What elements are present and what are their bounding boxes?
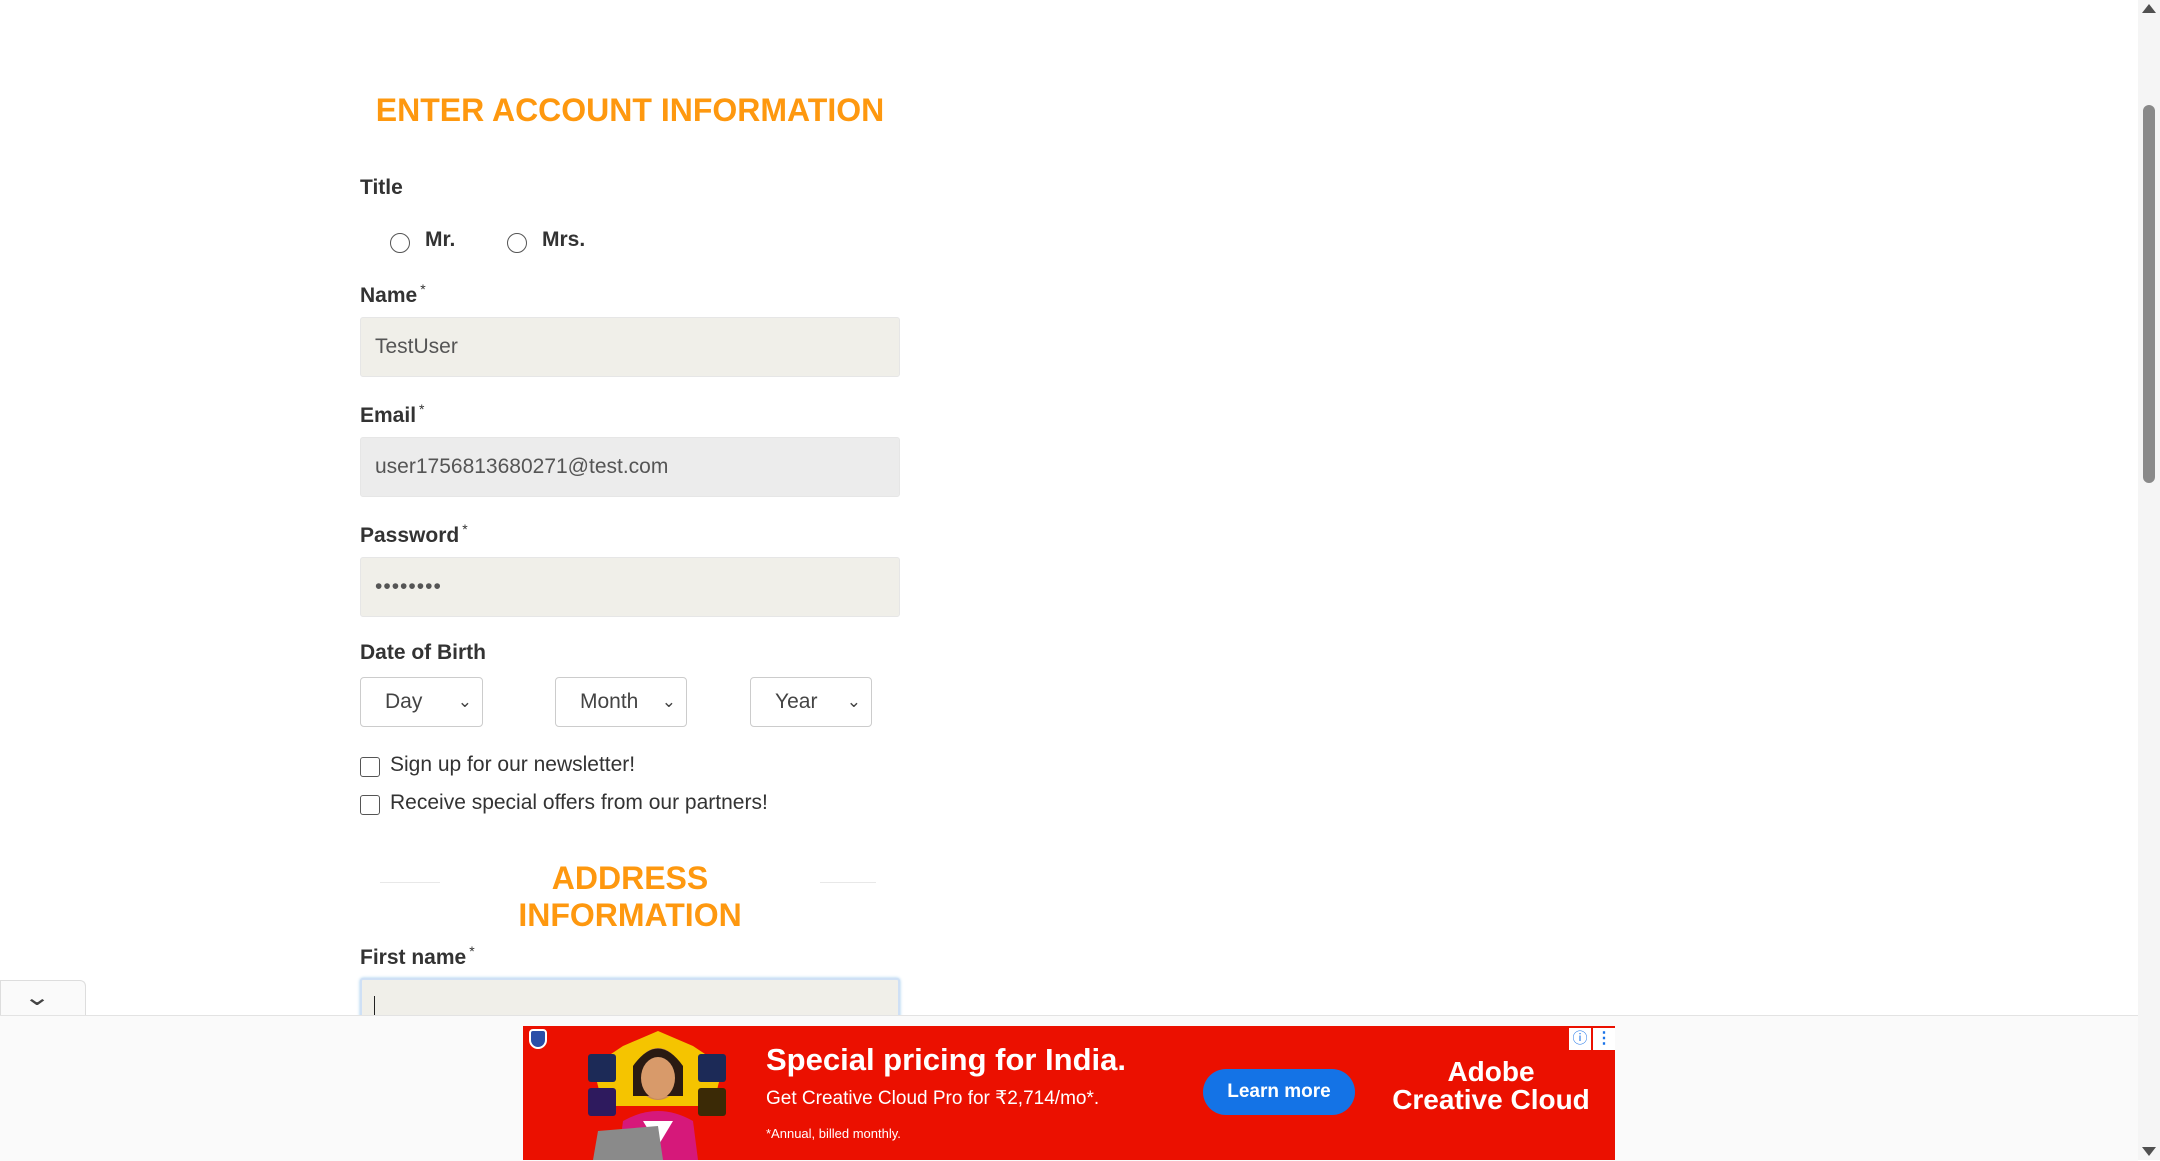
- newsletter-checkbox[interactable]: [360, 757, 380, 777]
- offers-checkbox[interactable]: [360, 795, 380, 815]
- password-label-text: Password: [360, 524, 460, 547]
- ad-person-image: [588, 1031, 726, 1160]
- chevron-down-icon: ⌄: [846, 692, 861, 711]
- dob-month-select[interactable]: Month ⌄: [555, 677, 687, 727]
- required-mark: *: [420, 281, 426, 297]
- required-mark: *: [419, 401, 425, 417]
- ad-info-icon[interactable]: ⓘ: [1569, 1028, 1591, 1050]
- dob-year-select[interactable]: Year ⌄: [750, 677, 872, 727]
- title-mrs-radio[interactable]: [507, 233, 527, 253]
- chevron-down-icon: ⌄: [457, 692, 472, 711]
- title-mrs-label[interactable]: Mrs.: [542, 228, 585, 252]
- ad-brand-line2: Creative Cloud: [1392, 1084, 1590, 1115]
- chevron-down-icon: ⌄: [661, 692, 676, 711]
- address-info-heading: ADDRESS INFORMATION: [440, 860, 820, 934]
- ad-brand-logo: Adobe Creative Cloud: [1381, 1058, 1601, 1114]
- offers-label[interactable]: Receive special offers from our partners…: [390, 791, 768, 815]
- ad-note: *Annual, billed monthly.: [766, 1126, 901, 1141]
- email-label-text: Email: [360, 404, 417, 427]
- adobe-ad-banner[interactable]: Special pricing for India. Get Creative …: [523, 1026, 1615, 1160]
- ad-subline: Get Creative Cloud Pro for ₹2,714/mo*.: [766, 1088, 1100, 1109]
- ad-collapse-button[interactable]: ⌄: [0, 980, 86, 1016]
- password-label: Password *: [360, 521, 468, 548]
- signup-page: ENTER ACCOUNT INFORMATION Title Mr. Mrs.…: [0, 0, 2138, 1161]
- dob-day-select[interactable]: Day ⌄: [360, 677, 483, 727]
- name-label-text: Name: [360, 284, 418, 307]
- required-mark: *: [469, 943, 475, 959]
- password-input[interactable]: ••••••••: [360, 557, 900, 617]
- title-label: Title: [360, 176, 403, 199]
- dob-year-value: Year: [775, 690, 818, 713]
- firstname-label: First name *: [360, 943, 475, 970]
- learn-more-button[interactable]: Learn more: [1203, 1069, 1355, 1115]
- scroll-up-icon[interactable]: [2142, 4, 2156, 13]
- vertical-scrollbar[interactable]: [2138, 0, 2160, 1160]
- firstname-label-text: First name: [360, 946, 467, 969]
- email-label: Email *: [360, 401, 424, 428]
- account-info-heading: ENTER ACCOUNT INFORMATION: [375, 92, 885, 128]
- name-input[interactable]: TestUser: [360, 317, 900, 377]
- dob-day-value: Day: [385, 690, 423, 713]
- name-label: Name *: [360, 281, 426, 308]
- required-mark: *: [462, 521, 468, 537]
- scroll-thumb[interactable]: [2143, 105, 2155, 483]
- dob-month-value: Month: [580, 690, 639, 713]
- scroll-down-icon[interactable]: [2142, 1147, 2156, 1156]
- dob-label: Date of Birth: [360, 641, 486, 664]
- shield-icon: [529, 1029, 547, 1049]
- chevron-down-icon: ⌄: [22, 984, 52, 1011]
- ad-menu-icon[interactable]: ⋮: [1593, 1028, 1615, 1050]
- title-mr-radio[interactable]: [390, 233, 410, 253]
- newsletter-label[interactable]: Sign up for our newsletter!: [390, 753, 635, 777]
- ad-headline: Special pricing for India.: [766, 1042, 1127, 1077]
- ad-brand-line1: Adobe: [1447, 1056, 1535, 1087]
- email-input[interactable]: user1756813680271@test.com: [360, 437, 900, 497]
- title-mr-label[interactable]: Mr.: [425, 228, 455, 252]
